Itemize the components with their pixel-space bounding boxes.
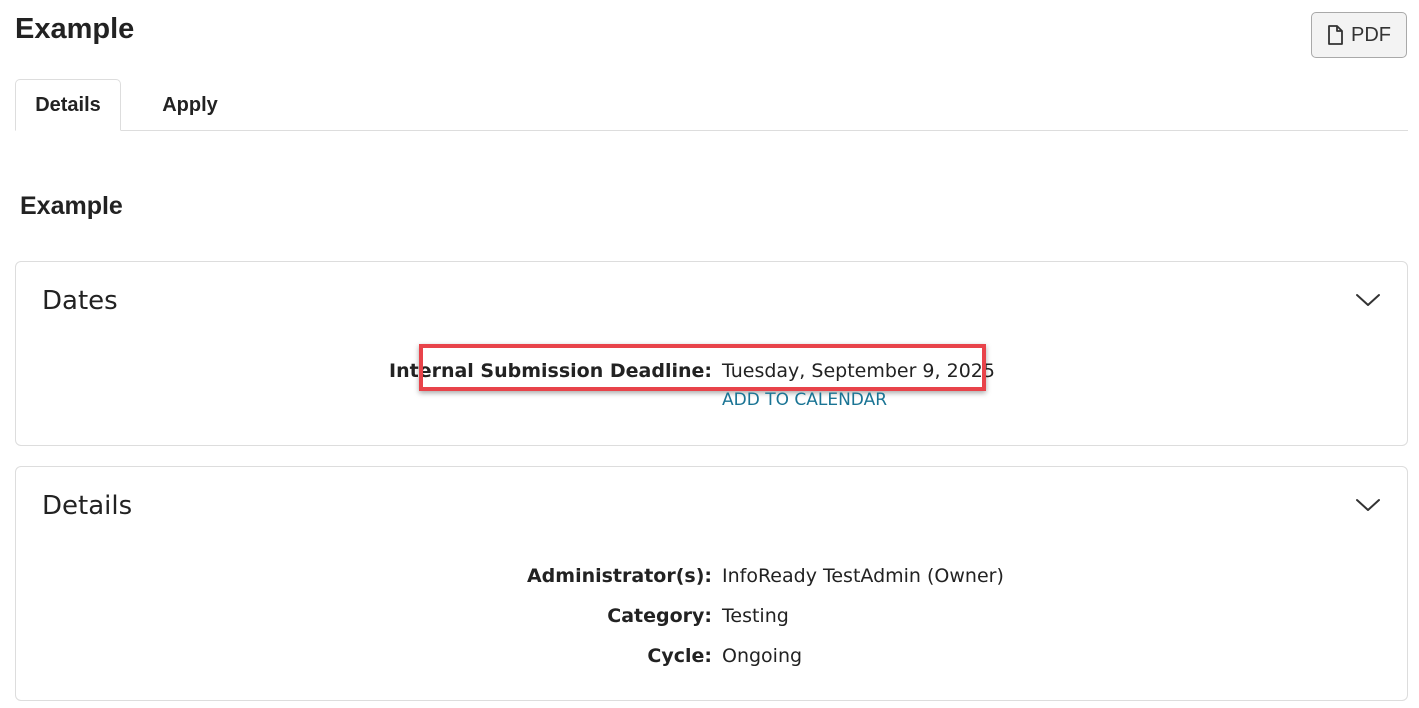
- file-icon: [1327, 25, 1343, 45]
- tab-apply[interactable]: Apply: [121, 79, 259, 131]
- deadline-row: Internal Submission Deadline: Tuesday, S…: [16, 356, 1407, 386]
- category-row: Category: Testing: [16, 601, 1407, 631]
- cycle-value: Ongoing: [722, 645, 803, 667]
- deadline-value: Tuesday, September 9, 2025: [722, 360, 995, 382]
- cycle-label: Cycle:: [647, 645, 712, 667]
- page-title: Example: [15, 13, 135, 45]
- tab-details[interactable]: Details: [15, 79, 121, 131]
- page: Example PDF Details Apply Example Dates …: [0, 0, 1419, 708]
- administrators-label: Administrator(s):: [526, 565, 712, 587]
- add-to-calendar-link[interactable]: ADD TO CALENDAR: [722, 388, 887, 412]
- chevron-down-icon[interactable]: [1355, 290, 1381, 310]
- category-value: Testing: [722, 605, 789, 627]
- administrators-value: InfoReady TestAdmin (Owner): [722, 565, 1004, 587]
- section-title: Example: [20, 192, 123, 220]
- pdf-button[interactable]: PDF: [1311, 12, 1407, 58]
- cycle-row: Cycle: Ongoing: [16, 641, 1407, 671]
- details-panel: Details Administrator(s): InfoReady Test…: [15, 466, 1408, 701]
- chevron-down-icon[interactable]: [1355, 495, 1381, 515]
- dates-panel-title: Dates: [42, 286, 118, 316]
- category-label: Category:: [607, 605, 712, 627]
- administrators-row: Administrator(s): InfoReady TestAdmin (O…: [16, 561, 1407, 591]
- pdf-button-label: PDF: [1351, 23, 1391, 46]
- deadline-label: Internal Submission Deadline:: [389, 360, 712, 382]
- details-panel-title: Details: [42, 491, 133, 521]
- dates-panel: Dates Internal Submission Deadline: Tues…: [15, 261, 1408, 446]
- tab-bar: Details Apply: [15, 79, 1408, 131]
